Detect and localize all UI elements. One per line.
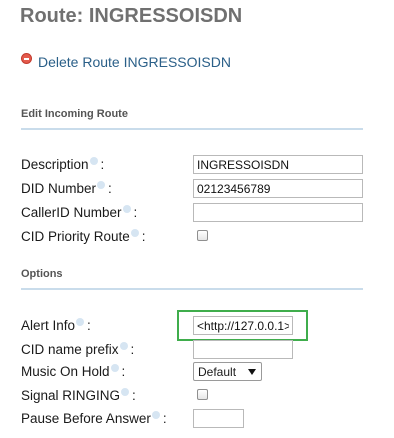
delete-route-link[interactable]: Delete Route INGRESSOISDN [21,52,231,70]
cid-name-prefix-input[interactable] [193,340,293,359]
label-colon: : [87,318,91,333]
help-icon[interactable] [151,410,160,419]
section-divider [21,288,363,290]
music-on-hold-label-text: Music On Hold [21,364,110,379]
alert-info-label-text: Alert Info [21,318,76,333]
music-on-hold-selected: Default [198,364,237,379]
minus-circle-icon [21,52,32,64]
signal-ringing-label-text: Signal RINGING [21,388,121,403]
help-icon[interactable] [130,228,139,237]
music-on-hold-select[interactable]: Default [193,362,262,381]
help-icon[interactable] [97,180,106,189]
description-label-text: Description [21,157,89,172]
did-number-label: DID Number : [21,180,112,196]
description-label: Description : [21,156,105,172]
callerid-number-input[interactable] [193,203,363,222]
help-icon[interactable] [89,156,98,165]
help-icon[interactable] [76,317,85,326]
cid-priority-route-checkbox[interactable] [197,230,208,241]
page-title: Route: INGRESSOISDN [20,5,243,27]
pause-before-answer-label-text: Pause Before Answer [21,411,151,426]
cid-priority-route-label: CID Priority Route : [21,228,146,244]
alert-info-highlight [177,310,308,341]
help-icon[interactable] [121,387,130,396]
cid-name-prefix-label-text: CID name prefix [21,342,119,357]
help-icon[interactable] [110,363,119,372]
label-colon: : [162,411,167,426]
cid-priority-route-label-text: CID Priority Route [21,229,130,244]
signal-ringing-label: Signal RINGING : [21,387,136,403]
pause-before-answer-input[interactable] [193,409,244,428]
signal-ringing-checkbox[interactable] [197,389,208,400]
label-colon: : [121,364,126,379]
did-number-input[interactable] [193,179,363,198]
label-colon: : [141,229,146,244]
section-heading-options: Options [21,268,63,280]
description-input[interactable] [193,155,363,174]
label-colon: : [100,157,105,172]
callerid-number-label: CallerID Number : [21,204,138,220]
section-divider [21,128,363,130]
label-colon: : [130,342,135,357]
cid-name-prefix-label: CID name prefix : [21,341,135,357]
chevron-down-icon [248,369,256,375]
help-icon[interactable] [119,341,128,350]
label-colon: : [133,205,138,220]
delete-route-label: Delete Route INGRESSOISDN [38,54,231,70]
music-on-hold-label: Music On Hold : [21,363,126,379]
label-colon: : [108,181,112,196]
label-colon: : [132,388,136,403]
callerid-number-label-text: CallerID Number [21,205,122,220]
help-icon[interactable] [122,204,131,213]
section-heading-edit-incoming-route: Edit Incoming Route [21,108,128,120]
pause-before-answer-label: Pause Before Answer : [21,410,167,426]
did-number-label-text: DID Number [21,181,97,196]
alert-info-label: Alert Info : [21,317,91,333]
